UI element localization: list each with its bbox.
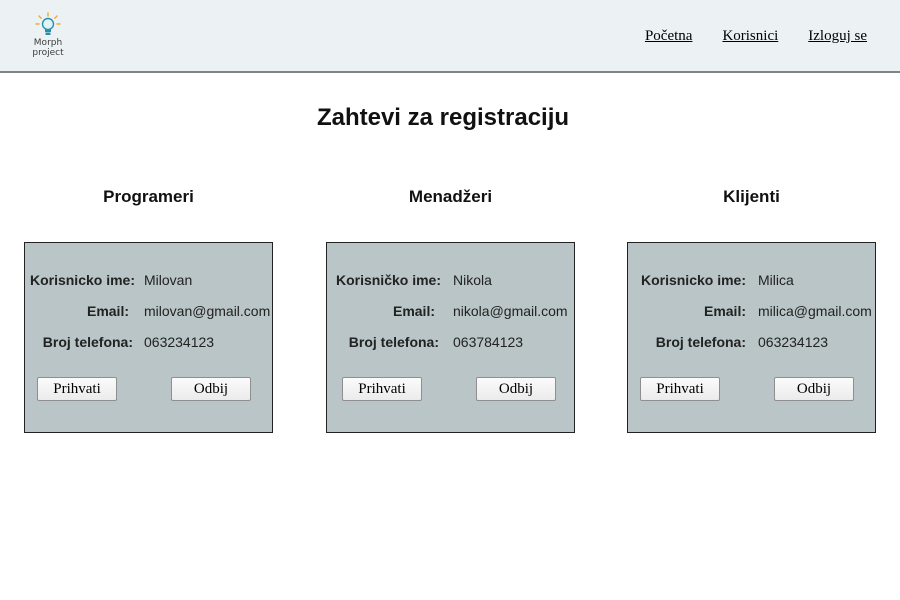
- phone-label: Broj telefona:: [348, 334, 439, 350]
- username-value: Milica: [758, 272, 794, 288]
- username-row: Korisnicko ime: Milica: [628, 271, 877, 289]
- phone-value: 063234123: [144, 334, 215, 350]
- nav-link-pocetna[interactable]: Početna: [645, 28, 692, 45]
- email-label: Email:: [703, 303, 746, 319]
- navbar: Morph project Početna Korisnici Izloguj …: [0, 0, 900, 73]
- username-row: Korisnicko ime: Milovan: [25, 271, 274, 289]
- nav-links: Početna Korisnici Izloguj se: [645, 28, 867, 45]
- email-label: Email:: [392, 303, 435, 319]
- column-title: Menadžeri: [408, 187, 493, 206]
- username-label: Korisnicko ime:: [29, 272, 135, 288]
- reject-button[interactable]: Odbij: [171, 377, 251, 401]
- reject-button[interactable]: Odbij: [774, 377, 854, 401]
- phone-value: 063234123: [758, 334, 829, 350]
- email-value: milovan@gmail.com: [144, 303, 271, 319]
- username-row: Korisničko ime: Nikola: [327, 271, 576, 289]
- username-value: Milovan: [144, 272, 193, 288]
- logo[interactable]: Morph project: [28, 12, 68, 62]
- accept-button[interactable]: Prihvati: [640, 377, 720, 401]
- logo-text-line2: project: [32, 48, 64, 58]
- accept-button[interactable]: Prihvati: [342, 377, 422, 401]
- email-label: Email:: [86, 303, 129, 319]
- email-row: Email: milovan@gmail.com: [25, 302, 274, 320]
- phone-row: Broj telefona: 063234123: [25, 333, 274, 351]
- column-menadzeri: Menadžeri Korisničko ime: Nikola Email: …: [326, 186, 575, 433]
- email-value: milica@gmail.com: [758, 303, 872, 319]
- column-title: Klijenti: [723, 187, 780, 206]
- phone-label: Broj telefona:: [655, 334, 746, 350]
- accept-button[interactable]: Prihvati: [37, 377, 117, 401]
- request-card: Korisnicko ime: Milovan Email: milovan@g…: [24, 242, 273, 433]
- nav-link-korisnici[interactable]: Korisnici: [722, 28, 778, 45]
- username-value: Nikola: [453, 272, 492, 288]
- lightbulb-icon: [35, 12, 61, 35]
- column-klijenti: Klijenti Korisnicko ime: Milica Email: m…: [627, 186, 876, 433]
- request-card: Korisnicko ime: Milica Email: milica@gma…: [627, 242, 876, 433]
- username-label: Korisnicko ime:: [640, 272, 746, 288]
- username-label: Korisničko ime:: [335, 272, 441, 288]
- logo-text-line1: Morph: [33, 38, 63, 48]
- email-row: Email: milica@gmail.com: [628, 302, 877, 320]
- phone-row: Broj telefona: 063784123: [327, 333, 576, 351]
- phone-label: Broj telefona:: [42, 334, 133, 350]
- column-programeri: Programeri Korisnicko ime: Milovan Email…: [24, 186, 273, 433]
- reject-button[interactable]: Odbij: [476, 377, 556, 401]
- phone-value: 063784123: [453, 334, 524, 350]
- request-card: Korisničko ime: Nikola Email: nikola@gma…: [326, 242, 575, 433]
- email-value: nikola@gmail.com: [453, 303, 568, 319]
- page-title: Zahtevi za registraciju: [316, 104, 570, 131]
- nav-link-logout[interactable]: Izloguj se: [808, 28, 867, 45]
- email-row: Email: nikola@gmail.com: [327, 302, 576, 320]
- phone-row: Broj telefona: 063234123: [628, 333, 877, 351]
- column-title: Programeri: [103, 187, 194, 206]
